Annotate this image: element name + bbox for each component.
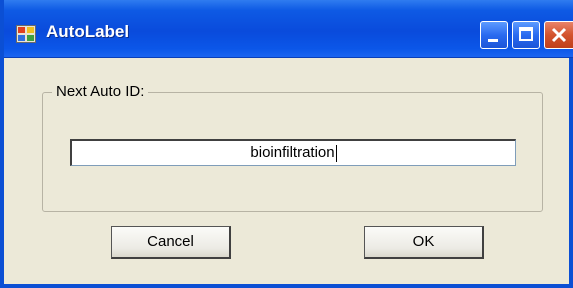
close-icon [551, 27, 567, 43]
application-window-icon [16, 25, 36, 43]
maximize-button[interactable] [512, 21, 540, 49]
ok-button[interactable]: OK [364, 226, 484, 259]
cancel-button[interactable]: Cancel [111, 226, 231, 259]
autolabel-dialog: AutoLabel Next Auto ID: bioinfiltration … [0, 0, 573, 288]
close-button[interactable] [544, 21, 573, 49]
minimize-icon [488, 39, 498, 42]
window-title: AutoLabel [46, 22, 130, 41]
auto-id-input[interactable]: bioinfiltration [70, 139, 516, 166]
auto-id-value: bioinfiltration [250, 144, 335, 161]
text-caret [335, 144, 337, 162]
title-bar[interactable]: AutoLabel [4, 0, 573, 58]
minimize-button[interactable] [480, 21, 508, 49]
next-auto-id-label: Next Auto ID: [52, 83, 149, 100]
maximize-icon [519, 27, 533, 41]
